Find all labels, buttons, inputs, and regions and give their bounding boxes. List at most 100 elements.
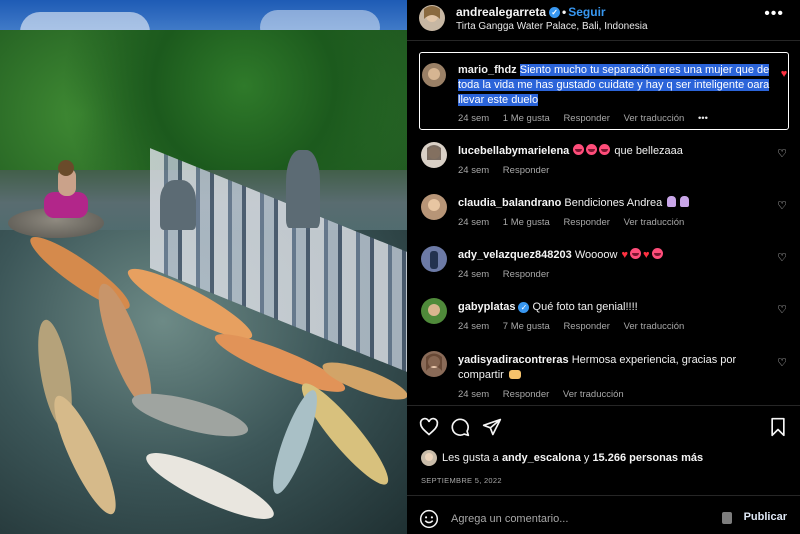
comment-like-icon[interactable]: ♡ xyxy=(776,357,788,369)
comment-text: que bellezaaa xyxy=(614,145,683,157)
reply-button[interactable]: Responder xyxy=(563,113,609,124)
separator-dot: • xyxy=(562,5,567,19)
comment-like-icon[interactable]: ♥ xyxy=(778,68,790,80)
commenter-avatar[interactable] xyxy=(422,63,446,87)
header-divider xyxy=(407,40,800,41)
comment-text: Qué foto tan genial!!!! xyxy=(532,301,638,313)
comment-time[interactable]: 24 sem xyxy=(458,217,489,228)
likes-count[interactable]: 15.266 personas más xyxy=(592,452,703,464)
comment-meta: 24 sem Responder xyxy=(458,269,560,280)
add-comment-bar: Publicar xyxy=(407,503,800,534)
emoji-heart-eyes-icon xyxy=(573,144,585,155)
commenter-avatar[interactable] xyxy=(421,351,447,377)
comment-username[interactable]: ady_velazquez848203 xyxy=(458,249,572,261)
reply-button[interactable]: Responder xyxy=(503,389,549,400)
comment-body: lucebellabymarielena que bellezaaa xyxy=(458,144,748,159)
comments-divider xyxy=(407,405,800,406)
comment-username[interactable]: claudia_balandrano xyxy=(458,197,561,209)
share-icon[interactable] xyxy=(482,417,502,437)
comment-meta: 24 sem Responder Ver traducción xyxy=(458,389,635,400)
comment-meta: 24 sem 1 Me gusta Responder Ver traducci… xyxy=(458,217,695,228)
comment-username[interactable]: mario_fhdz xyxy=(458,64,517,76)
comment-body: yadisyadiracontreras Hermosa experiencia… xyxy=(458,353,748,383)
comment-body: mario_fhdz Siento mucho tu separación er… xyxy=(458,63,776,108)
liker-avatar[interactable] xyxy=(421,450,437,466)
translate-button[interactable]: Ver traducción xyxy=(563,389,624,400)
likes-connector: y xyxy=(583,452,590,464)
emoji-raised-hands-icon xyxy=(508,370,521,379)
comment-meta: 24 sem 7 Me gusta Responder Ver traducci… xyxy=(458,321,695,332)
heart-icon[interactable] xyxy=(419,417,439,437)
post-date[interactable]: SEPTIEMBRE 5, 2022 xyxy=(421,476,502,485)
post-photo[interactable] xyxy=(0,0,407,534)
likes-prefix: Les gusta a xyxy=(442,452,499,464)
translate-button[interactable]: Ver traducción xyxy=(624,321,685,332)
emoji-heart-icon: ♥ xyxy=(643,249,650,261)
reply-button[interactable]: Responder xyxy=(503,165,549,176)
emoji-pray-icon xyxy=(667,196,677,207)
emoji-heart-eyes-icon xyxy=(586,144,598,155)
bookmark-icon[interactable] xyxy=(768,417,788,437)
comment-likes[interactable]: 1 Me gusta xyxy=(503,113,550,124)
comment-username[interactable]: yadisyadiracontreras xyxy=(458,354,569,366)
emoji-heart-eyes-icon xyxy=(599,144,611,155)
verified-icon: ✓ xyxy=(518,301,530,313)
emoji-pray-icon xyxy=(680,196,690,207)
more-options-icon[interactable]: ••• xyxy=(764,5,784,23)
photo-statue xyxy=(286,150,320,228)
comment-meta: 24 sem Responder xyxy=(458,165,560,176)
reply-button[interactable]: Responder xyxy=(563,217,609,228)
author-avatar[interactable] xyxy=(419,5,445,31)
photo-trees xyxy=(0,30,407,170)
emoji-icon[interactable] xyxy=(419,509,439,529)
author-username[interactable]: andrealegarreta xyxy=(456,5,546,19)
comment-more-icon[interactable]: ••• xyxy=(698,113,708,124)
comment-meta: 24 sem 1 Me gusta Responder Ver traducci… xyxy=(458,113,708,124)
photo-statue xyxy=(160,180,196,230)
post-location[interactable]: Tirta Gangga Water Palace, Bali, Indones… xyxy=(456,21,648,32)
publish-button[interactable]: Publicar xyxy=(744,511,787,523)
comment-time[interactable]: 24 sem xyxy=(458,113,489,124)
comment-likes[interactable]: 7 Me gusta xyxy=(503,321,550,332)
reply-button[interactable]: Responder xyxy=(563,321,609,332)
footer-divider xyxy=(407,495,800,496)
comment-time[interactable]: 24 sem xyxy=(458,165,489,176)
follow-button[interactable]: Seguir xyxy=(568,5,605,19)
comment-username[interactable]: gabyplatas xyxy=(458,301,515,313)
post-actions xyxy=(407,413,800,441)
emoji-heart-eyes-icon xyxy=(630,248,642,259)
comment-body: claudia_balandrano Bendiciones Andrea xyxy=(458,196,748,211)
translate-button[interactable]: Ver traducción xyxy=(624,113,685,124)
reply-button[interactable]: Responder xyxy=(503,269,549,280)
comment-likes[interactable]: 1 Me gusta xyxy=(503,217,550,228)
post-panel: andrealegarreta ✓ • Seguir Tirta Gangga Wat… xyxy=(407,0,800,534)
post-header: andrealegarreta ✓ • Seguir Tirta Gangga Wat… xyxy=(407,0,800,40)
commenter-avatar[interactable] xyxy=(421,194,447,220)
comment-input[interactable] xyxy=(451,511,721,527)
translate-button[interactable]: Ver traducción xyxy=(624,217,685,228)
commenter-avatar[interactable] xyxy=(421,142,447,168)
comment-like-icon[interactable]: ♡ xyxy=(776,148,788,160)
cursor-icon xyxy=(722,512,732,524)
emoji-heart-eyes-icon xyxy=(651,248,663,259)
comment-time[interactable]: 24 sem xyxy=(458,389,489,400)
comment-icon[interactable] xyxy=(450,417,470,437)
comment-body: gabyplatas ✓ Qué foto tan genial!!!! xyxy=(458,300,748,315)
highlighted-comment: mario_fhdz Siento mucho tu separación er… xyxy=(419,52,789,130)
author-line: andrealegarreta ✓ • Seguir xyxy=(456,5,606,19)
comment-like-icon[interactable]: ♡ xyxy=(776,252,788,264)
comment-time[interactable]: 24 sem xyxy=(458,269,489,280)
commenter-avatar[interactable] xyxy=(421,298,447,324)
photo-person xyxy=(58,160,74,176)
verified-icon: ✓ xyxy=(549,7,561,19)
liker-username[interactable]: andy_escalona xyxy=(502,452,581,464)
comment-text: Bendiciones Andrea xyxy=(564,197,663,209)
emoji-heart-icon: ♥ xyxy=(621,249,629,261)
likes-summary: Les gusta a andy_escalona y 15.266 perso… xyxy=(407,448,800,468)
comment-like-icon[interactable]: ♡ xyxy=(776,304,788,316)
comment-body: ady_velazquez848203 Woooow ♥ ♥ xyxy=(458,248,748,263)
comment-time[interactable]: 24 sem xyxy=(458,321,489,332)
commenter-avatar[interactable] xyxy=(421,246,447,272)
comment-like-icon[interactable]: ♡ xyxy=(776,200,788,212)
comment-username[interactable]: lucebellabymarielena xyxy=(458,145,569,157)
